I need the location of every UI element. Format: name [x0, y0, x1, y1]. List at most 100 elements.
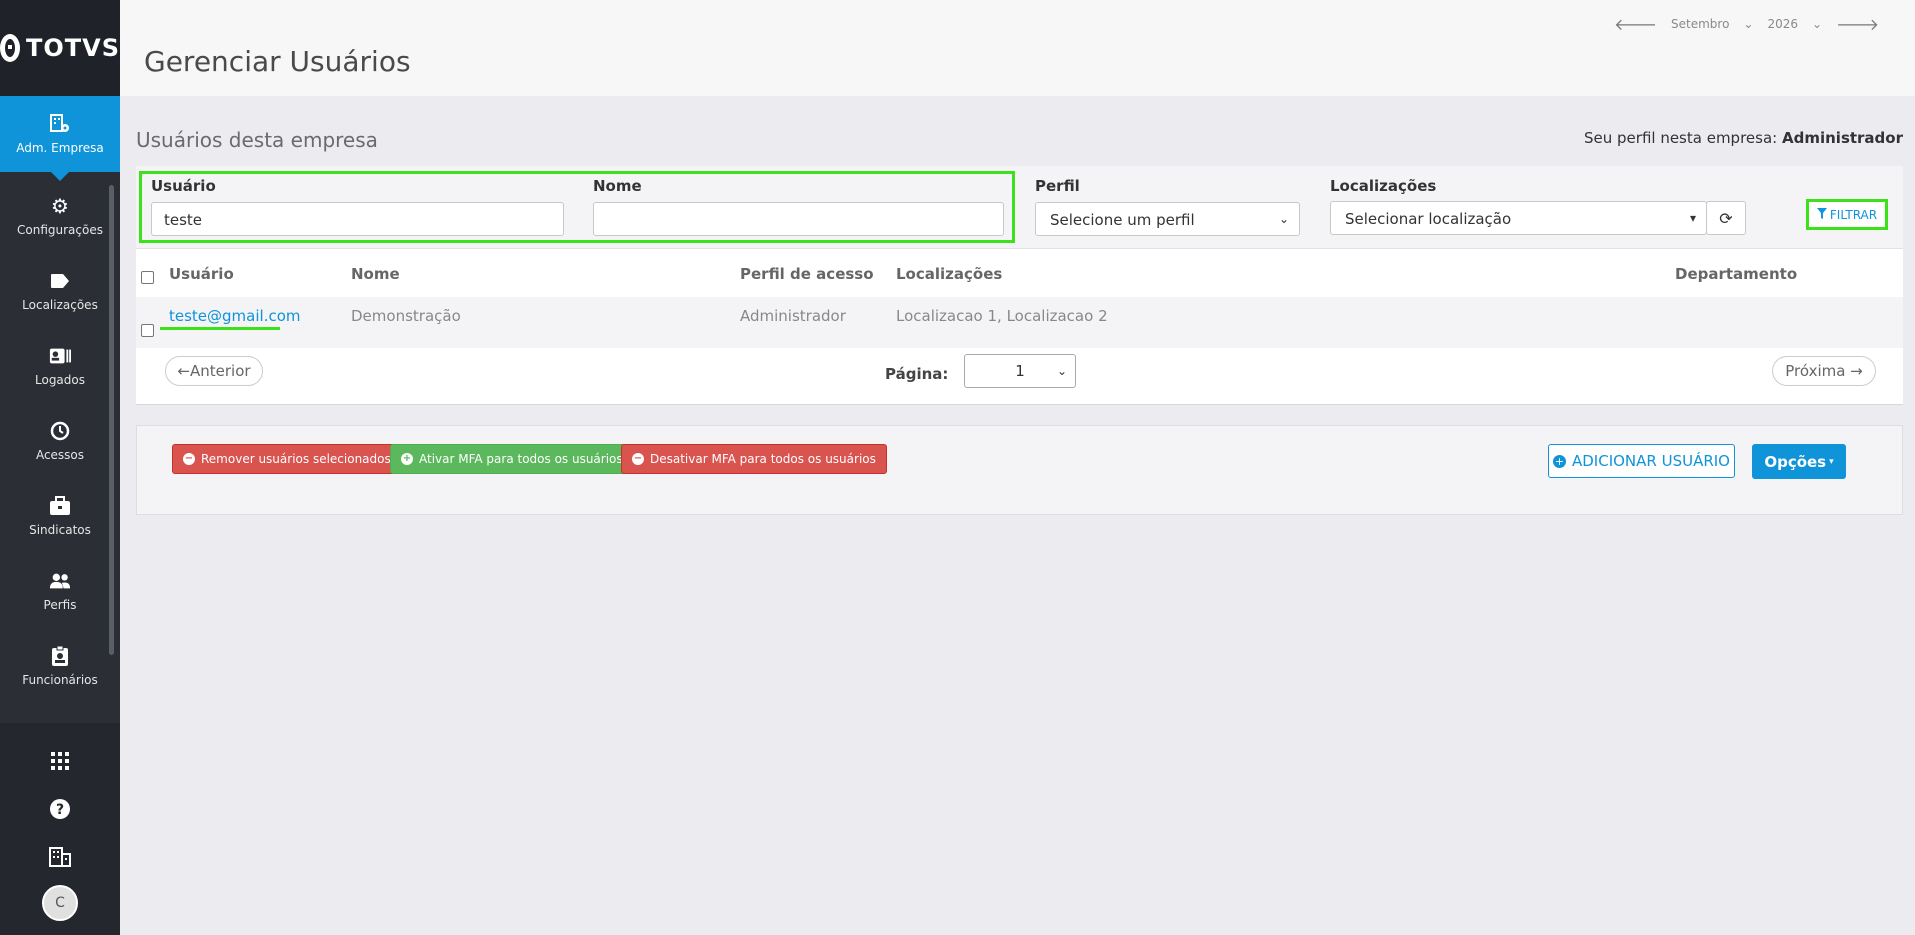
page-select[interactable]: 1 ⌄ — [964, 354, 1076, 388]
user-locations: Localizacao 1, Localizacao 2 — [896, 307, 1108, 325]
sidebar-item-adm-empresa[interactable]: Adm. Empresa — [0, 96, 120, 181]
sidebar-item-logados[interactable]: Logados — [0, 328, 120, 403]
sidebar-scrollbar[interactable] — [109, 185, 114, 655]
sidebar-item-localizacoes[interactable]: Localizações — [0, 253, 120, 328]
usuario-input[interactable]: teste — [151, 202, 564, 236]
history-icon — [49, 420, 71, 442]
sidebar-item-label: Configurações — [17, 222, 103, 237]
gear-icon: ⚙ — [51, 193, 69, 218]
usuario-label: Usuário — [151, 177, 216, 195]
profile-prefix: Seu perfil nesta empresa: — [1584, 129, 1778, 147]
sidebar-item-label: Acessos — [35, 447, 85, 462]
table-header: Usuário Nome Perfil de acesso Localizaçõ… — [136, 257, 1903, 297]
funnel-icon — [1816, 207, 1827, 222]
nome-label: Nome — [593, 177, 642, 195]
button-label: Ativar MFA para todos os usuários — [419, 452, 623, 466]
button-label: ADICIONAR USUÁRIO — [1571, 452, 1730, 470]
next-page-button[interactable]: Próxima → — [1772, 356, 1876, 386]
user-email-link[interactable]: teste@gmail.com — [169, 307, 301, 325]
company-icon[interactable] — [48, 847, 72, 871]
sidebar-item-sindicatos[interactable]: Sindicatos — [0, 478, 120, 553]
arrow-left-icon[interactable]: 🡐 — [1614, 14, 1657, 34]
id-card-icon — [49, 345, 71, 367]
users-panel: Usuário teste Nome Perfil Selecione um p… — [136, 166, 1903, 405]
chevron-down-icon: ⌄ — [1278, 212, 1289, 226]
building-settings-icon — [49, 113, 71, 135]
select-all-checkbox[interactable] — [141, 271, 154, 284]
sidebar-item-label: Perfis — [43, 597, 77, 612]
arrow-right-icon[interactable]: 🡒 — [1836, 14, 1879, 34]
filter-button-label: FILTRAR — [1829, 207, 1878, 222]
table-row: teste@gmail.com Demonstração Administrad… — [136, 297, 1903, 348]
perfil-select[interactable]: Selecione um perfil ⌄ — [1035, 202, 1300, 236]
caret-down-icon: ▾ — [1829, 456, 1834, 467]
month-select[interactable]: Setembro — [1671, 17, 1729, 31]
sidebar-item-funcionarios[interactable]: Funcionários — [0, 628, 120, 703]
date-navigator: 🡐 Setembro ⌄ 2026 ⌄ 🡒 — [1614, 14, 1879, 34]
highlight-underline — [160, 327, 280, 330]
sidebar-item-label: Localizações — [22, 297, 98, 312]
refresh-icon: ⟳ — [1719, 208, 1733, 228]
user-name: Demonstração — [351, 307, 461, 325]
page-label: Página: — [885, 365, 949, 383]
localizacoes-label: Localizações — [1330, 177, 1437, 195]
user-profile: Administrador — [740, 307, 846, 325]
sidebar-item-acessos[interactable]: Acessos — [0, 403, 120, 478]
logo-text: TOTVS — [25, 34, 120, 62]
nome-input[interactable] — [593, 202, 1004, 236]
column-header[interactable]: Nome — [351, 265, 400, 283]
minus-circle-icon: − — [632, 453, 644, 465]
column-header[interactable]: Usuário — [169, 265, 234, 283]
svg-text:?: ? — [56, 802, 64, 818]
month-label: Setembro — [1671, 17, 1730, 31]
sidebar-item-label: Sindicatos — [29, 522, 91, 537]
localizacoes-select[interactable]: Selecionar localização ▾ — [1330, 201, 1707, 235]
perfil-select-value: Selecione um perfil — [1050, 211, 1195, 229]
grid-icon[interactable] — [48, 751, 72, 775]
enable-mfa-button[interactable]: + Ativar MFA para todos os usuários — [390, 444, 634, 474]
badge-icon — [49, 645, 71, 667]
chevron-down-icon[interactable]: ⌄ — [1743, 17, 1753, 31]
users-icon — [49, 570, 71, 592]
sidebar-item-perfis[interactable]: Perfis — [0, 553, 120, 628]
options-dropdown-button[interactable]: Opções ▾ — [1752, 444, 1846, 479]
totvs-logo-icon — [0, 34, 20, 62]
remove-selected-users-button[interactable]: − Remover usuários selecionados — [172, 444, 402, 474]
year-label: 2026 — [1767, 17, 1799, 31]
year-select[interactable]: 2026 — [1767, 17, 1798, 31]
button-label: Opções — [1764, 452, 1827, 471]
profile-value: Administrador — [1782, 129, 1903, 147]
plus-circle-icon: + — [1552, 454, 1566, 468]
column-header[interactable]: Localizações — [896, 265, 1002, 283]
previous-page-button[interactable]: ←Anterior — [165, 356, 263, 386]
button-label: Remover usuários selecionados — [201, 452, 391, 466]
row-checkbox[interactable] — [141, 324, 154, 337]
add-user-button[interactable]: + ADICIONAR USUÁRIO — [1548, 444, 1735, 478]
plus-circle-icon: + — [401, 453, 413, 465]
column-header[interactable]: Departamento — [1675, 265, 1797, 283]
refresh-button[interactable]: ⟳ — [1706, 201, 1746, 235]
totvs-logo[interactable]: TOTVS — [0, 0, 120, 96]
sidebar-item-label: Adm. Empresa — [16, 141, 104, 155]
filters-bar: Usuário teste Nome Perfil Selecione um p… — [136, 166, 1903, 249]
help-icon[interactable]: ? — [48, 798, 72, 822]
perfil-label: Perfil — [1035, 177, 1080, 195]
sidebar-item-label: Logados — [35, 372, 85, 387]
sidebar-bottom: ? C — [0, 723, 120, 935]
caret-down-icon: ▾ — [1689, 211, 1696, 225]
sidebar: TOTVS Adm. Empresa ⚙ Configurações Local… — [0, 0, 120, 935]
minus-circle-icon: − — [183, 453, 195, 465]
column-header[interactable]: Perfil de acesso — [740, 265, 874, 283]
page-title: Gerenciar Usuários — [144, 45, 411, 78]
avatar[interactable]: C — [42, 885, 78, 921]
button-label: Desativar MFA para todos os usuários — [650, 452, 876, 466]
disable-mfa-button[interactable]: − Desativar MFA para todos os usuários — [621, 444, 887, 474]
page-select-value: 1 — [1015, 362, 1025, 380]
chevron-down-icon[interactable]: ⌄ — [1812, 17, 1822, 31]
pagination: ←Anterior Página: 1 ⌄ Próxima → — [136, 348, 1903, 398]
sidebar-item-configuracoes[interactable]: ⚙ Configurações — [0, 178, 120, 253]
briefcase-icon — [49, 495, 71, 517]
section-title: Usuários desta empresa — [136, 128, 378, 152]
sidebar-item-label: Funcionários — [22, 672, 98, 687]
filter-button[interactable]: FILTRAR — [1806, 199, 1888, 230]
